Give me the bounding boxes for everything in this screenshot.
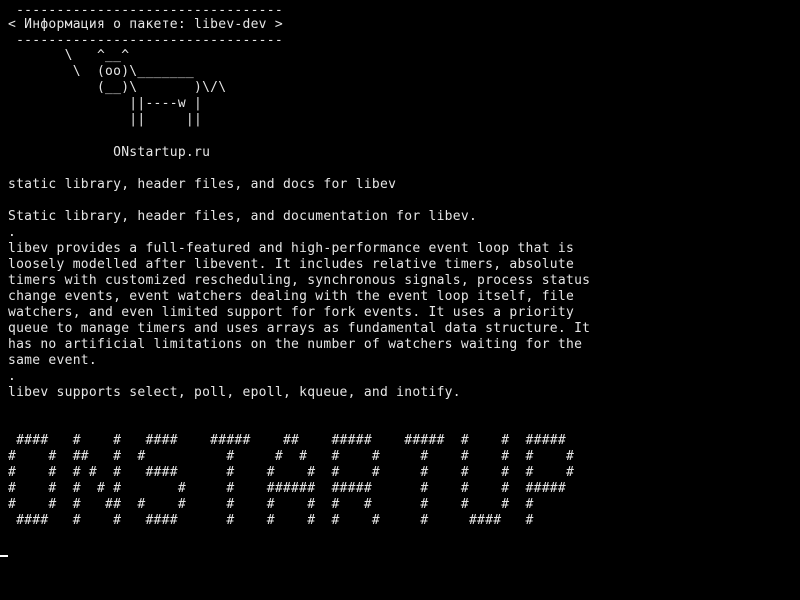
package-description-line: queue to manage timers and uses arrays a… [8, 321, 591, 336]
cow-art-line-2: \ (oo)\_______ [8, 64, 194, 79]
package-description-line: Static library, header files, and docume… [8, 209, 478, 224]
cow-art-line-1: \ ^__^ [8, 48, 130, 63]
ascii-banner-row-2: # # ## # # # # # # # # # # # # [8, 449, 575, 464]
description-separator: . [8, 225, 17, 240]
package-description-line: libev provides a full-featured and high-… [8, 241, 575, 256]
cow-art-line-3: (__)\ )\/\ [8, 80, 227, 95]
cowsay-bottom-border: --------------------------------- [8, 33, 283, 48]
description-separator: . [8, 369, 17, 384]
terminal-screen[interactable]: --------------------------------- < Инфо… [0, 0, 800, 600]
cow-art-line-5: || || [8, 112, 203, 127]
text-cursor [0, 555, 8, 557]
ascii-banner-row-5: # # # ## # # # # # # # # # # # [8, 497, 534, 512]
package-description-line: libev supports select, poll, epoll, kque… [8, 385, 461, 400]
site-name: ONstartup.ru [8, 145, 211, 160]
package-description-line: timers with customized rescheduling, syn… [8, 273, 591, 288]
package-summary: static library, header files, and docs f… [8, 177, 397, 192]
cow-art-line-4: ||----w | [8, 96, 203, 111]
package-description-line: loosely modelled after libevent. It incl… [8, 257, 575, 272]
package-description-line: same event. [8, 353, 97, 368]
package-description-line: has no artificial limitations on the num… [8, 337, 583, 352]
ascii-banner-row-1: #### # # #### ##### ## ##### ##### # # #… [8, 433, 566, 448]
ascii-banner-row-6: #### # # #### # # # # # # #### # [8, 513, 534, 528]
ascii-banner-row-4: # # # # # # # ###### ##### # # # ##### [8, 481, 566, 496]
cowsay-speech-bubble: < Информация о пакете: libev-dev > [8, 17, 283, 32]
package-description-line: watchers, and even limited support for f… [8, 305, 575, 320]
package-description-line: change events, event watchers dealing wi… [8, 289, 575, 304]
ascii-banner-row-3: # # # # # #### # # # # # # # # # # [8, 465, 575, 480]
